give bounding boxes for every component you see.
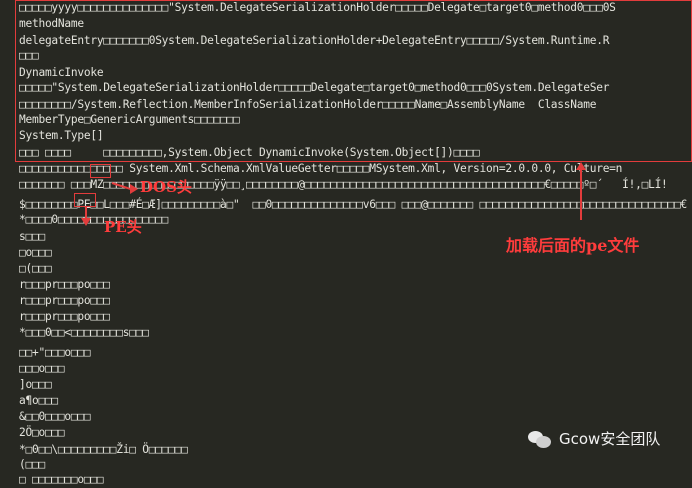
- load-pe-arrow-head: [576, 162, 586, 170]
- watermark: Gcow安全团队: [528, 428, 660, 449]
- editor-line: □□+"□□□o□□□: [19, 346, 91, 359]
- editor-line: ]o□□□: [19, 378, 52, 391]
- load-pe-label: 加载后面的pe文件: [506, 236, 640, 255]
- editor-line: &□□0□□□o□□□: [19, 410, 91, 423]
- pe-signature-highlight-box: [74, 193, 96, 207]
- editor-line: 2Ö□o□□□: [19, 426, 65, 439]
- editor-line: r□□□pr□□□po□□□: [19, 310, 110, 323]
- serialized-payload-highlight-box: [15, 0, 692, 162]
- pe-arrow-head: [81, 218, 91, 226]
- editor-line: *□□□□0□□□□□□□□□□□□□□□□□: [19, 213, 169, 226]
- dos-header-label: DOS头: [140, 178, 192, 196]
- dos-arrow-head: [130, 184, 138, 194]
- watermark-text: Gcow安全团队: [559, 430, 661, 448]
- editor-line: □o□□□: [19, 246, 52, 259]
- editor-line: □□□o□□□: [19, 362, 65, 375]
- editor-line: r□□□pr□□□po□□□: [19, 278, 110, 291]
- editor-line: □ □□□□□□□o□□□: [19, 473, 104, 486]
- editor-line: a¶o□□□: [19, 394, 58, 407]
- editor-line: $□□□□□□□□PE□□L□□□#É□Æ]□□□□□□□□□à□" □□0□□…: [19, 198, 688, 211]
- editor-line: *□□□0□□<□□□□□□□□s□□□: [19, 326, 149, 339]
- editor-line: r□□□pr□□□po□□□: [19, 294, 110, 307]
- load-pe-arrow-line: [580, 166, 582, 220]
- mz-signature-highlight-box: [90, 164, 111, 178]
- wechat-icon: [528, 429, 552, 449]
- editor-line: *□0□□\□□□□□□□□□Ži□ Ö□□□□□□: [19, 443, 188, 456]
- pe-header-label: PE头: [104, 218, 142, 236]
- editor-line: s□□□: [19, 230, 45, 243]
- hex-text-editor[interactable]: □□□□□yyyy□□□□□□□□□□□□□□"System.DelegateS…: [0, 0, 692, 486]
- editor-line: □(□□□: [19, 262, 52, 275]
